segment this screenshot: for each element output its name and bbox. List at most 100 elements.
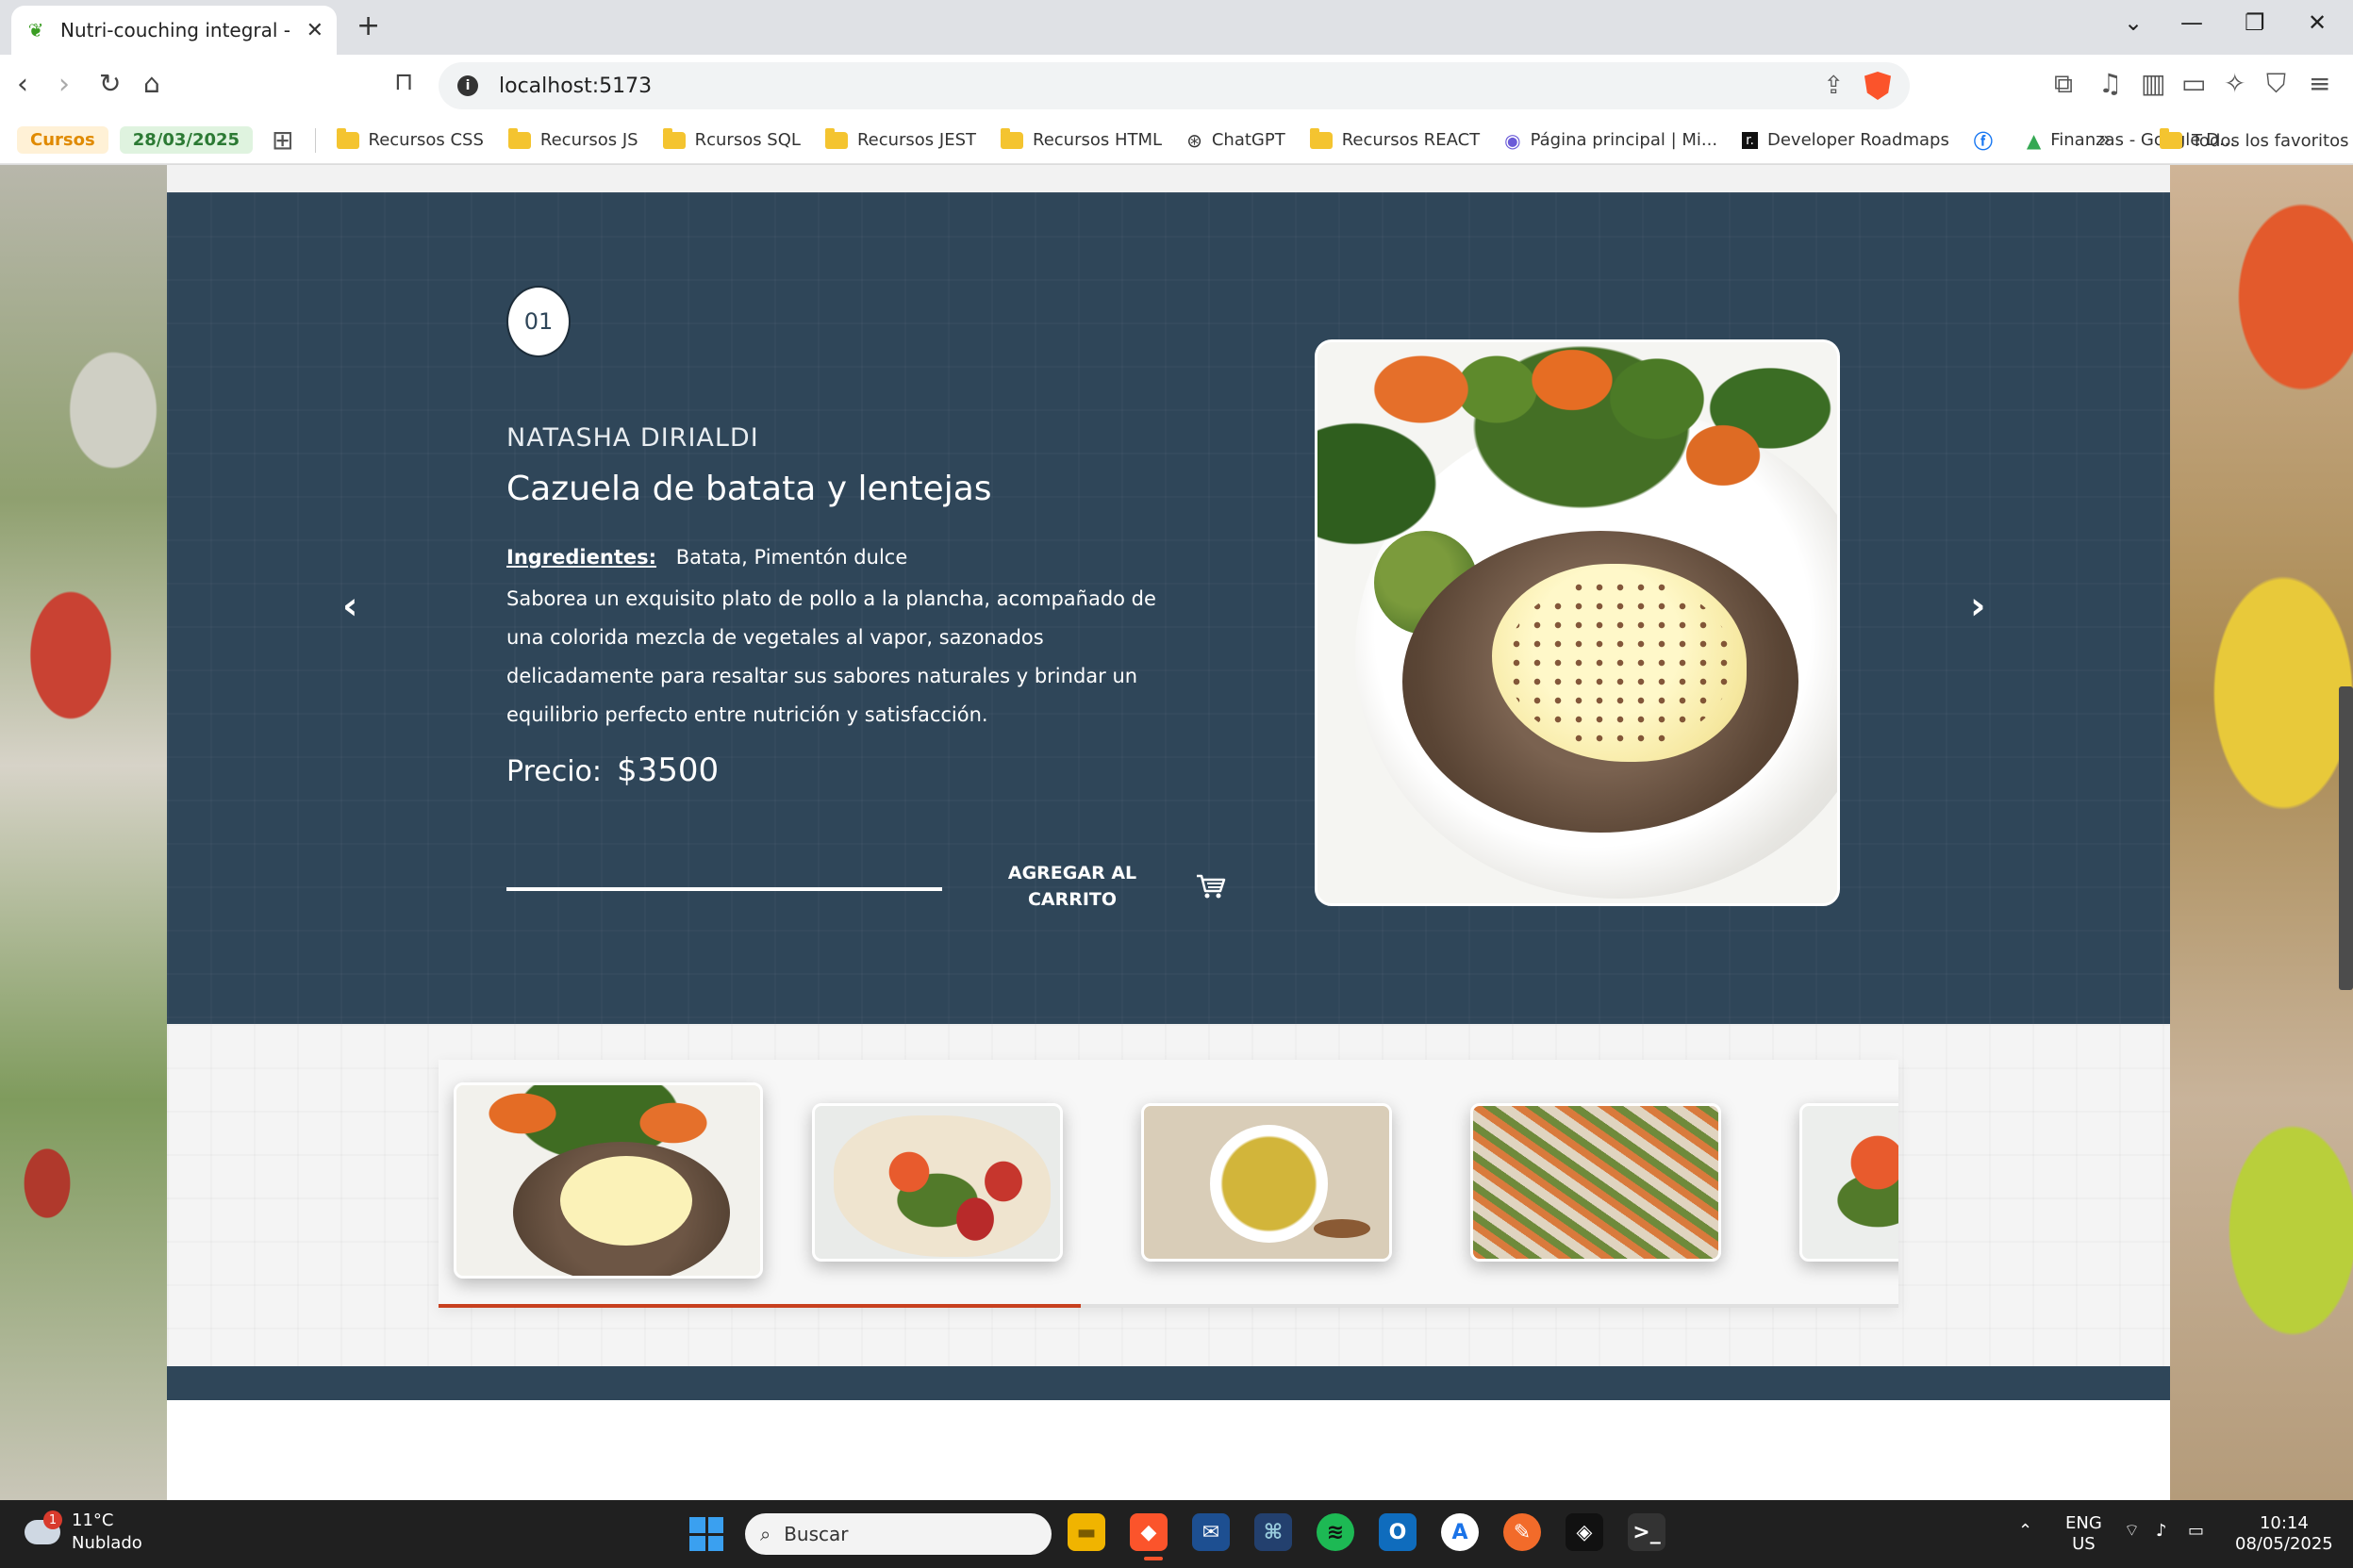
address-bar[interactable]: i localhost:5173 ⇪ <box>439 62 1910 109</box>
flax-seeds-shape <box>1506 578 1732 748</box>
postman-icon[interactable]: ✎ <box>1503 1513 1541 1551</box>
footer-band <box>167 1366 2170 1400</box>
thumbnail-meal-prep[interactable] <box>1470 1103 1721 1262</box>
all-favorites[interactable]: Todos los favoritos <box>2160 117 2348 164</box>
mail-app-icon[interactable]: ✉ <box>1192 1513 1230 1551</box>
add-to-cart-button[interactable]: AGREGAR AL CARRITO <box>978 860 1167 913</box>
brave-browser-icon[interactable]: ◆ <box>1130 1513 1168 1551</box>
url-text[interactable]: localhost:5173 <box>499 74 1802 98</box>
carousel-progress-track <box>439 1304 1898 1308</box>
weather-temp: 11°C <box>72 1510 114 1530</box>
windows-start-icon[interactable] <box>689 1517 723 1551</box>
bookmark-label: Rcursos SQL <box>694 130 801 150</box>
bookmark-item[interactable]: Recursos JS <box>507 127 638 150</box>
folder-icon <box>662 127 686 149</box>
bookmark-label: Developer Roadmaps <box>1766 130 1949 150</box>
apps-grid-icon[interactable]: ⊞ <box>272 124 293 156</box>
battery-icon[interactable]: ▭ <box>2188 1521 2204 1542</box>
leo-ai-icon[interactable]: ✧ <box>2224 68 2245 99</box>
slide-number-badge: 01 <box>506 286 571 357</box>
bookmark-chip-date[interactable]: 28/03/2025 <box>119 126 254 154</box>
thumbnail-veggie-wrap[interactable] <box>812 1103 1063 1262</box>
bookmark-icon[interactable]: ⊓ <box>394 68 413 96</box>
search-icon: ⌕ <box>760 1523 771 1545</box>
terminal-icon[interactable]: >_ <box>1628 1513 1665 1551</box>
folder-icon <box>1001 127 1024 149</box>
folder-icon <box>824 127 848 149</box>
extensions-icon[interactable]: ⧉ <box>2054 68 2073 100</box>
app-store-icon[interactable]: A <box>1441 1513 1479 1551</box>
clock-time: 10:14 <box>2259 1513 2309 1533</box>
background-vegetables-left <box>0 165 167 1500</box>
vpn-icon[interactable]: ⛉ <box>2266 68 2286 100</box>
sidebar-icon[interactable]: ▥ <box>2141 68 2165 99</box>
wifi-icon[interactable]: ⌔ <box>2124 1521 2140 1542</box>
site-favicon-icon: ❦ <box>27 19 44 41</box>
section-divider <box>167 165 2170 192</box>
weather-widget[interactable]: 1 11°C Nublado <box>25 1510 142 1555</box>
bookmark-item[interactable]: ⓕ <box>1974 126 2002 154</box>
bookmarks-bar: Cursos 28/03/2025 ⊞ Recursos CSS Recurso… <box>0 117 2353 164</box>
restore-icon[interactable]: ❐ <box>2245 9 2265 36</box>
wallet-icon[interactable]: ▭ <box>2181 68 2206 99</box>
menu-icon[interactable]: ≡ <box>2309 68 2330 99</box>
carousel-next-arrow-icon[interactable]: › <box>1970 585 1985 628</box>
outlook-icon[interactable]: O <box>1379 1513 1417 1551</box>
new-tab-button[interactable]: + <box>356 9 380 42</box>
bookmark-item[interactable]: ⊛ ChatGPT <box>1186 129 1285 152</box>
reload-icon[interactable]: ↻ <box>99 68 121 99</box>
bookmark-chip-cursos[interactable]: Cursos <box>17 126 108 154</box>
home-icon[interactable]: ⌂ <box>143 68 160 99</box>
bookmarks-divider <box>314 127 316 153</box>
close-window-icon[interactable]: ✕ <box>2308 9 2327 36</box>
bookmark-item[interactable]: Recursos JEST <box>824 127 976 150</box>
spotify-icon[interactable]: ≋ <box>1317 1513 1354 1551</box>
bookmark-item[interactable]: r. Developer Roadmaps <box>1742 130 1949 150</box>
music-icon[interactable]: ♫ <box>2098 68 2122 99</box>
system-clock[interactable]: 10:14 08/05/2025 <box>2235 1513 2333 1555</box>
browser-tab-active[interactable]: ❦ Nutri-couching integral - Natas ✕ <box>11 6 337 55</box>
carousel-progress-fill <box>439 1304 1082 1308</box>
chevron-down-icon[interactable]: ⌄ <box>2124 9 2143 36</box>
taskbar-search[interactable]: ⌕ Buscar <box>745 1513 1052 1555</box>
thumbnail-lentil-patty[interactable] <box>454 1082 763 1279</box>
bookmark-item[interactable]: Recursos HTML <box>1001 127 1162 150</box>
recipe-description: Saborea un exquisito plato de pollo a la… <box>506 587 1156 726</box>
thumbnail-veggie-wrap-partial[interactable] <box>1799 1103 1898 1262</box>
browser-toolbar: ‹ › ↻ ⌂ ⊓ i localhost:5173 ⇪ ⧉ ♫ ▥ ▭ ✧ ⛉… <box>0 55 2353 117</box>
page-scrollbar[interactable] <box>2339 686 2353 990</box>
facebook-icon: ⓕ <box>1973 130 1993 153</box>
bookmark-item[interactable]: Recursos CSS <box>336 127 484 150</box>
folder-icon <box>2160 128 2182 149</box>
browser-tab-bar: ❦ Nutri-couching integral - Natas ✕ + ⌄ … <box>0 0 2353 55</box>
clock-date: 08/05/2025 <box>2235 1534 2333 1554</box>
folder-icon <box>1309 127 1333 149</box>
forward-icon[interactable]: › <box>58 68 70 101</box>
code-editor-icon[interactable]: ⌘ <box>1254 1513 1292 1551</box>
site-info-icon[interactable]: i <box>457 75 478 96</box>
more-bookmarks-icon[interactable]: » <box>2098 128 2111 152</box>
tray-chevron-up-icon[interactable]: ⌃ <box>2018 1521 2032 1542</box>
carousel-prev-arrow-icon[interactable]: ‹ <box>342 585 357 628</box>
bookmark-item[interactable]: ◉ Página principal | Mi... <box>1504 129 1717 152</box>
tab-title: Nutri-couching integral - Natas <box>60 19 293 41</box>
all-favorites-label: Todos los favoritos <box>2192 130 2349 151</box>
ingredients-value: Batata, Pimentón dulce <box>675 546 908 569</box>
minimize-icon[interactable]: — <box>2180 9 2203 36</box>
weather-desc: Nublado <box>72 1533 142 1553</box>
file-explorer-icon[interactable]: ▬ <box>1068 1513 1105 1551</box>
back-icon[interactable]: ‹ <box>17 68 28 101</box>
language-indicator[interactable]: ENG US <box>2065 1513 2102 1555</box>
share-icon[interactable]: ⇪ <box>1823 72 1844 100</box>
add-to-cart-label-line1: AGREGAR AL <box>1007 863 1137 883</box>
volume-icon[interactable]: ♪ <box>2156 1521 2167 1542</box>
bookmark-item[interactable]: Rcursos SQL <box>662 127 801 150</box>
cube-app-icon[interactable]: ◈ <box>1566 1513 1603 1551</box>
thumbnail-rice-bowl[interactable] <box>1141 1103 1392 1262</box>
close-tab-icon[interactable]: ✕ <box>307 19 323 42</box>
bookmark-item[interactable]: Recursos REACT <box>1309 127 1480 150</box>
cart-button-underline <box>506 887 942 891</box>
thumb-wrap <box>834 1115 1051 1257</box>
shopping-cart-icon[interactable] <box>1195 872 1227 900</box>
brave-shields-icon[interactable] <box>1864 72 1891 100</box>
